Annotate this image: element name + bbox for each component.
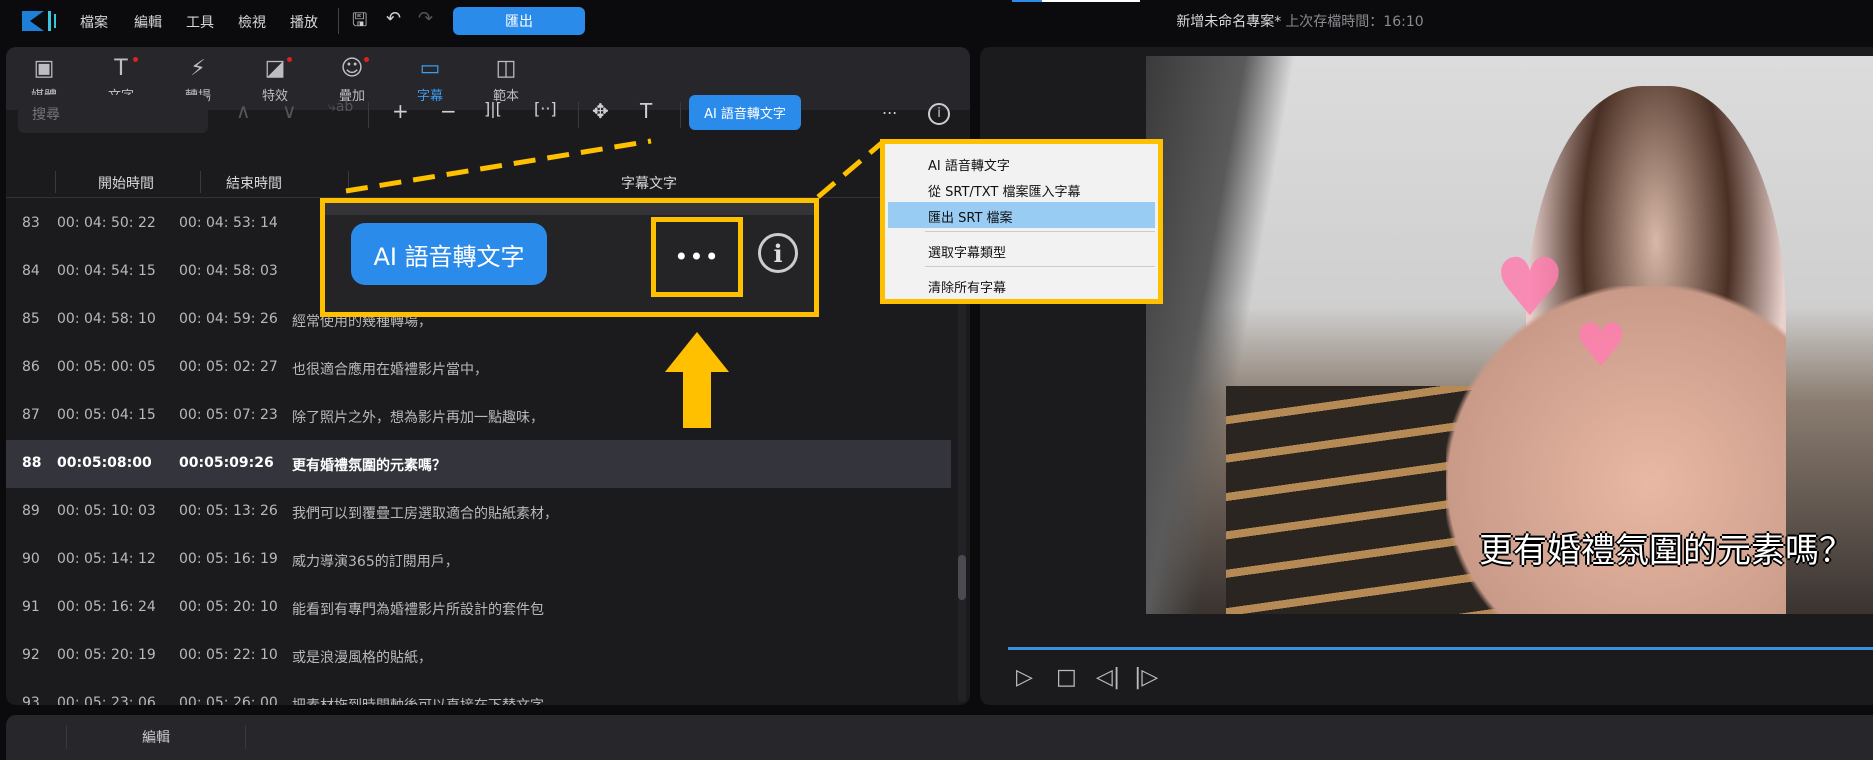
menu-item-select-subtitle-type[interactable]: 選取字幕類型 (888, 237, 1155, 263)
menu-item-import-srt[interactable]: 從 SRT/TXT 檔案匯入字幕 (888, 176, 1155, 202)
ai-speech-to-text-button-zoomed: AI 語音轉文字 (351, 223, 547, 285)
up-arrow-icon (665, 332, 729, 428)
menu-item-export-srt[interactable]: 匯出 SRT 檔案 (888, 202, 1155, 228)
callout-lines (345, 138, 886, 428)
menu-separator (925, 231, 1155, 232)
zoom-callout: AI 語音轉文字 ••• i (320, 198, 819, 317)
menu-item-clear-subtitles[interactable]: 清除所有字幕 (888, 272, 1155, 298)
callout-dashed-line (345, 138, 652, 194)
callout-strip (325, 203, 814, 215)
more-options-menu: AI 語音轉文字 從 SRT/TXT 檔案匯入字幕 匯出 SRT 檔案 選取字幕… (880, 139, 1163, 304)
info-icon: i (758, 233, 798, 273)
menu-separator (925, 266, 1155, 267)
menu-item-ai-speech-to-text[interactable]: AI 語音轉文字 (888, 150, 1155, 176)
callout-dashed-line (816, 139, 886, 199)
more-options-highlight: ••• (651, 217, 743, 297)
